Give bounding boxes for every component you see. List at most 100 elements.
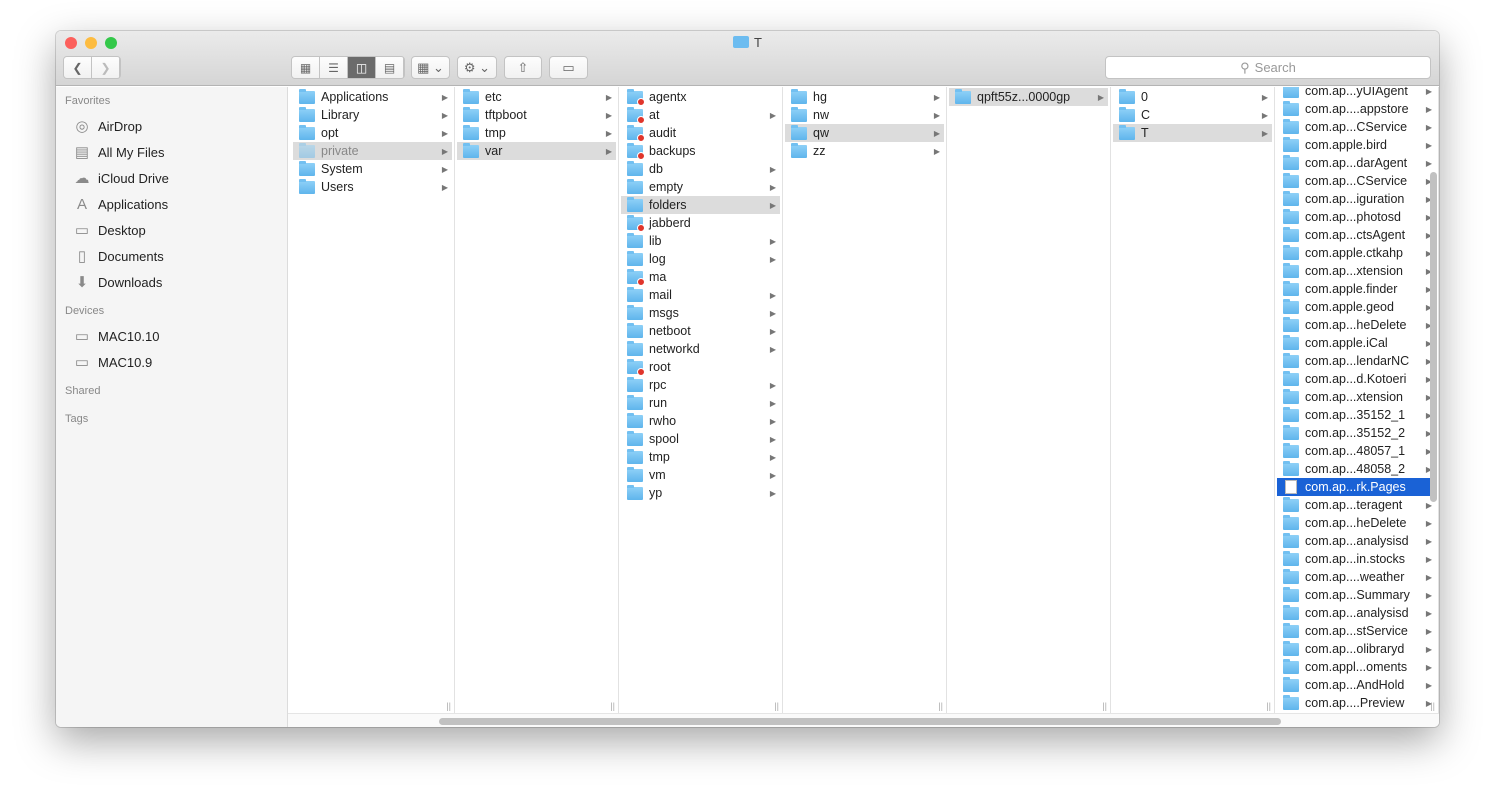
search-input[interactable]: ⚲ Search [1105,56,1431,79]
folder-item[interactable]: com.ap...photosd ▶ [1277,208,1436,226]
folder-item[interactable]: com.ap...in.stocks ▶ [1277,550,1436,568]
folder-item[interactable]: com.ap...darAgent ▶ [1277,154,1436,172]
share-button[interactable]: ⇧ [504,56,542,79]
folder-item[interactable]: com.ap...heDelete ▶ [1277,514,1436,532]
sidebar-item-desktop[interactable]: ▭ Desktop [72,217,146,243]
folder-item[interactable]: T ▶ [1113,124,1272,142]
folder-item[interactable]: mail ▶ [621,286,780,304]
column-resize-handle[interactable]: || [938,701,943,711]
folder-item[interactable]: jabberd [621,214,780,232]
folder-item[interactable]: com.ap...48057_1 ▶ [1277,442,1436,460]
icon-view-button[interactable]: ▦ [292,57,320,78]
folder-item[interactable]: yp ▶ [621,484,780,502]
file-item[interactable]: com.ap...rk.Pages [1277,478,1436,496]
sidebar-item-applications[interactable]: A Applications [72,191,168,217]
folder-item[interactable]: com.ap...CService ▶ [1277,118,1436,136]
folder-item[interactable]: agentx [621,88,780,106]
action-button[interactable]: ⚙ ⌄ [457,56,497,79]
folder-item[interactable]: etc ▶ [457,88,616,106]
folder-item[interactable]: com.ap....Preview ▶ [1277,694,1436,712]
folder-item[interactable]: com.ap...heDelete ▶ [1277,316,1436,334]
folder-item[interactable]: com.ap...analysisd ▶ [1277,604,1436,622]
column-resize-handle[interactable]: || [774,701,779,711]
folder-item[interactable]: networkd ▶ [621,340,780,358]
folder-item[interactable]: com.ap...35152_1 ▶ [1277,406,1436,424]
folder-item[interactable]: com.apple.bird ▶ [1277,136,1436,154]
folder-item[interactable]: run ▶ [621,394,780,412]
folder-item[interactable]: lib ▶ [621,232,780,250]
folder-item[interactable]: root [621,358,780,376]
folder-item[interactable]: com.ap...CService ▶ [1277,172,1436,190]
folder-item[interactable]: tftpboot ▶ [457,106,616,124]
cover-flow-view-button[interactable]: ▤ [376,57,404,78]
folder-item[interactable]: com.appl...oments ▶ [1277,658,1436,676]
folder-item[interactable]: rwho ▶ [621,412,780,430]
folder-item[interactable]: 0 ▶ [1113,88,1272,106]
folder-item[interactable]: db ▶ [621,160,780,178]
sidebar-item-downloads[interactable]: ⬇ Downloads [72,269,163,295]
folder-item[interactable]: com.ap...teragent ▶ [1277,496,1436,514]
folder-item[interactable]: qw ▶ [785,124,944,142]
folder-item[interactable]: com.apple.finder ▶ [1277,280,1436,298]
folder-item[interactable]: com.ap...xtension ▶ [1277,262,1436,280]
folder-item[interactable]: com.ap....weather ▶ [1277,568,1436,586]
horizontal-scroll-thumb[interactable] [439,718,1281,725]
sidebar-item-mac10-9[interactable]: ▭ MAC10.9 [72,349,152,375]
column-view-button[interactable]: ◫ [348,57,376,78]
folder-item[interactable]: C ▶ [1113,106,1272,124]
column-resize-handle[interactable]: || [610,701,615,711]
folder-item[interactable]: com.ap...iguration ▶ [1277,190,1436,208]
folder-item[interactable]: com.ap...stService ▶ [1277,622,1436,640]
folder-item[interactable]: com.ap...AndHold ▶ [1277,676,1436,694]
folder-item[interactable]: com.ap....appstore ▶ [1277,100,1436,118]
folder-item[interactable]: com.apple.geod ▶ [1277,298,1436,316]
folder-item[interactable]: vm ▶ [621,466,780,484]
folder-item[interactable]: Applications ▶ [293,88,452,106]
folder-item[interactable]: opt ▶ [293,124,452,142]
sidebar-item-documents[interactable]: ▯ Documents [72,243,164,269]
folder-item[interactable]: private ▶ [293,142,452,160]
folder-item[interactable]: log ▶ [621,250,780,268]
folder-item[interactable]: com.ap...analysisd ▶ [1277,532,1436,550]
folder-item[interactable]: com.ap...ctsAgent ▶ [1277,226,1436,244]
sidebar-item-mac10-10[interactable]: ▭ MAC10.10 [72,323,160,349]
column-resize-handle[interactable]: || [1102,701,1107,711]
folder-item[interactable]: netboot ▶ [621,322,780,340]
folder-item[interactable]: Users ▶ [293,178,452,196]
folder-item[interactable]: com.ap...olibraryd ▶ [1277,640,1436,658]
folder-item[interactable]: folders ▶ [621,196,780,214]
folder-item[interactable]: com.ap...xtension ▶ [1277,388,1436,406]
folder-item[interactable]: var ▶ [457,142,616,160]
folder-item[interactable]: com.ap...d.Kotoeri ▶ [1277,370,1436,388]
sidebar-item-airdrop[interactable]: ◎ AirDrop [72,113,142,139]
sidebar-item-all-my-files[interactable]: ▤ All My Files [72,139,165,165]
folder-item[interactable]: com.ap...35152_2 ▶ [1277,424,1436,442]
column-resize-handle[interactable]: || [1266,701,1271,711]
folder-item[interactable]: com.ap...lendarNC ▶ [1277,352,1436,370]
folder-item[interactable]: at ▶ [621,106,780,124]
sidebar-item-icloud-drive[interactable]: ☁ iCloud Drive [72,165,169,191]
folder-item[interactable]: backups [621,142,780,160]
folder-item[interactable]: msgs ▶ [621,304,780,322]
arrange-button[interactable]: ▦ ⌄ [411,56,450,79]
forward-button[interactable]: ❯ [92,57,120,78]
folder-item[interactable]: tmp ▶ [457,124,616,142]
list-view-button[interactable]: ☰ [320,57,348,78]
back-button[interactable]: ❮ [64,57,92,78]
folder-item[interactable]: rpc ▶ [621,376,780,394]
column-resize-handle[interactable]: || [1430,701,1435,711]
folder-item[interactable]: com.ap...Summary ▶ [1277,586,1436,604]
folder-item[interactable]: hg ▶ [785,88,944,106]
folder-item[interactable]: com.ap...yUIAgent ▶ [1277,87,1436,100]
folder-item[interactable]: zz ▶ [785,142,944,160]
horizontal-scrollbar[interactable] [288,713,1439,727]
folder-item[interactable]: com.ap...48058_2 ▶ [1277,460,1436,478]
folder-item[interactable]: empty ▶ [621,178,780,196]
tags-button[interactable]: ▭ [549,56,588,79]
folder-item[interactable]: ma [621,268,780,286]
folder-item[interactable]: tmp ▶ [621,448,780,466]
folder-item[interactable]: System ▶ [293,160,452,178]
folder-item[interactable]: nw ▶ [785,106,944,124]
vertical-scroll-thumb[interactable] [1430,172,1437,502]
folder-item[interactable]: com.apple.iCal ▶ [1277,334,1436,352]
